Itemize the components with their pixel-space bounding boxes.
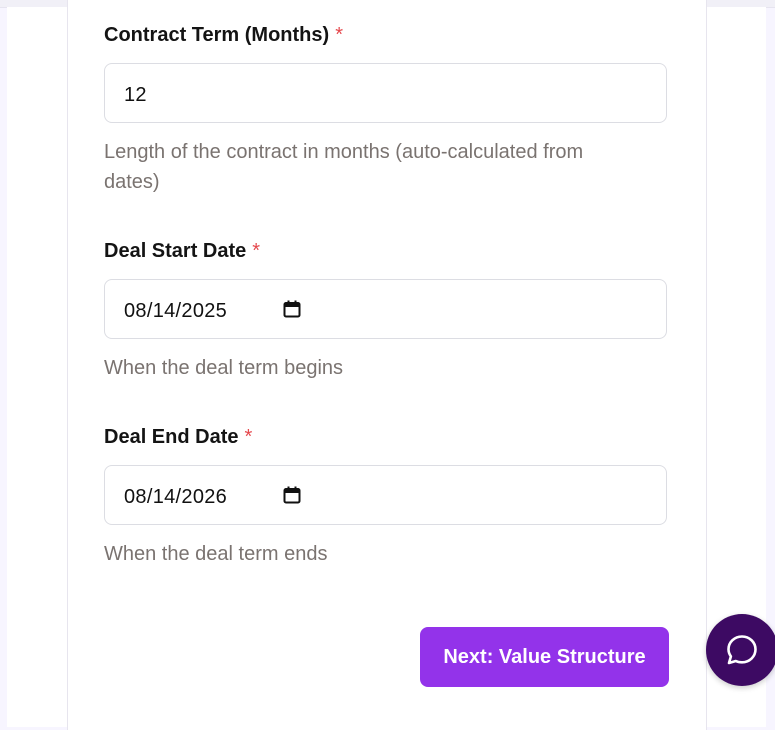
- calendar-icon[interactable]: [283, 300, 301, 318]
- deal-start-date-value: 08/14/2025: [124, 300, 228, 322]
- required-asterisk: *: [244, 426, 253, 448]
- next-value-structure-button[interactable]: Next: Value Structure: [420, 627, 669, 687]
- deal-start-date-label: Deal Start Date *: [104, 239, 260, 263]
- chat-button[interactable]: [706, 614, 775, 686]
- deal-end-date-label-text: Deal End Date: [104, 426, 239, 448]
- required-asterisk: *: [335, 24, 343, 46]
- deal-end-date-help: When the deal term ends: [104, 543, 328, 565]
- contract-term-input[interactable]: 12: [104, 63, 667, 123]
- chat-bubble-icon: [727, 635, 757, 665]
- deal-start-date-input[interactable]: 08/14/2025: [104, 279, 667, 339]
- required-asterisk: *: [252, 240, 261, 262]
- contract-term-label-text: Contract Term (Months): [104, 24, 330, 46]
- deal-start-date-label-text: Deal Start Date: [104, 240, 247, 262]
- deal-end-date-input[interactable]: 08/14/2026: [104, 465, 667, 525]
- contract-term-value: 12: [124, 84, 147, 106]
- calendar-icon[interactable]: [283, 486, 301, 504]
- deal-start-date-help: When the deal term begins: [104, 357, 344, 379]
- deal-end-date-value: 08/14/2026: [124, 486, 228, 508]
- contract-term-label: Contract Term (Months) *: [104, 23, 343, 47]
- deal-end-date-label: Deal End Date *: [104, 425, 252, 449]
- contract-term-help: Length of the contract in months (auto-c…: [104, 141, 584, 193]
